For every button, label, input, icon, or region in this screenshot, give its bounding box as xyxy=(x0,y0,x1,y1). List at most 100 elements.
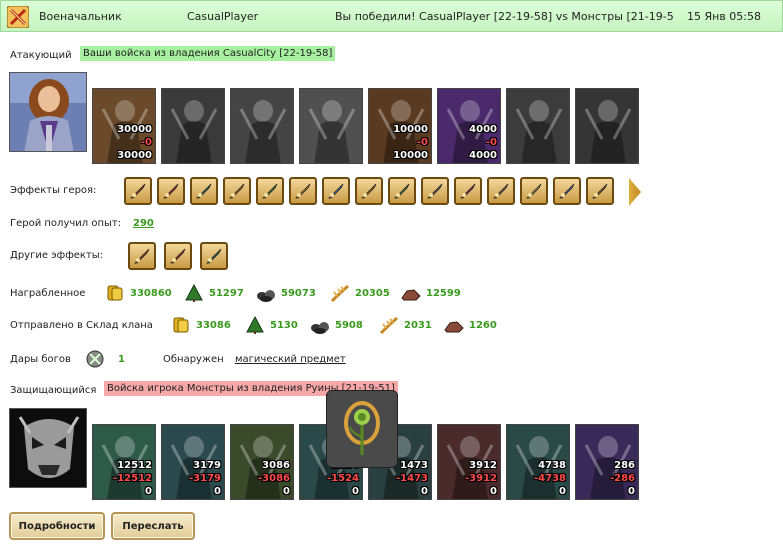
axe-icon[interactable] xyxy=(454,177,482,205)
item-tooltip xyxy=(326,390,398,468)
paw-icon[interactable] xyxy=(586,177,614,205)
unit-remaining: 0 xyxy=(421,486,428,497)
unit-loss: -1473 xyxy=(396,473,428,484)
clan-resource: 33086 xyxy=(170,316,231,334)
unit-loss: -286 xyxy=(609,473,635,484)
attacker-unit-card[interactable]: 30000 -0 30000 xyxy=(92,88,156,164)
hand-shield-icon[interactable] xyxy=(223,177,251,205)
loot-resource-value: 51297 xyxy=(209,287,244,299)
unit-count: 3179 xyxy=(193,460,221,471)
defender-unit-card[interactable]: 3912 -3912 0 xyxy=(437,424,501,500)
unit-count: 1473 xyxy=(400,460,428,471)
more-arrow-icon[interactable] xyxy=(629,178,641,206)
unit-loss: -0 xyxy=(416,137,428,148)
loot-resource-value: 330860 xyxy=(130,287,172,299)
hero-exp-label: Герой получил опыт: xyxy=(10,218,122,229)
unit-remaining: 10000 xyxy=(393,150,428,161)
unit-image xyxy=(162,89,224,163)
unit-count: 286 xyxy=(614,460,635,471)
wheat-icon xyxy=(379,316,398,334)
unit-remaining: 0 xyxy=(145,486,152,497)
gifts-value: 1 xyxy=(118,354,125,365)
wheat-icon xyxy=(330,284,349,302)
sword-icon[interactable] xyxy=(256,177,284,205)
rose-artifact-icon xyxy=(344,401,380,455)
unit-loss: -1524 xyxy=(327,473,359,484)
defender-unit-card[interactable]: 286 -286 0 xyxy=(575,424,639,500)
header-player: CasualPlayer xyxy=(187,10,259,23)
hero-effects-label: Эффекты героя: xyxy=(10,185,97,196)
magic-item-link[interactable]: магический предмет xyxy=(235,354,346,365)
stone-icon xyxy=(444,321,464,333)
defender-portrait[interactable] xyxy=(9,408,87,488)
unit-loss: -4738 xyxy=(534,473,566,484)
attacker-unit-card[interactable] xyxy=(161,88,225,164)
defender-unit-card[interactable]: 4738 -4738 0 xyxy=(506,424,570,500)
attacker-hero-portrait[interactable] xyxy=(9,72,87,152)
unit-loss: -0 xyxy=(485,137,497,148)
attacker-unit-card[interactable]: 10000 -0 10000 xyxy=(368,88,432,164)
gift-orb-icon xyxy=(86,350,104,368)
attacker-unit-card[interactable]: 4000 -0 4000 xyxy=(437,88,501,164)
wand-icon[interactable] xyxy=(553,177,581,205)
clan-resource-value: 1260 xyxy=(469,319,497,331)
boot-icon[interactable] xyxy=(388,177,416,205)
unit-remaining: 0 xyxy=(214,486,221,497)
loot-resource-value: 59073 xyxy=(281,287,316,299)
drum-icon[interactable] xyxy=(124,177,152,205)
defender-unit-card[interactable]: 3179 -3179 0 xyxy=(161,424,225,500)
header-role: Военачальник xyxy=(39,10,122,23)
unit-image xyxy=(507,89,569,163)
hero-exp-value[interactable]: 290 xyxy=(133,218,154,229)
unit-count: 12512 xyxy=(117,460,152,471)
unit-loss: -3179 xyxy=(189,473,221,484)
unit-count: 4738 xyxy=(538,460,566,471)
gears-icon[interactable] xyxy=(355,177,383,205)
unit-remaining: 0 xyxy=(283,486,290,497)
crystal-icon[interactable] xyxy=(322,177,350,205)
clan-resource-value: 5908 xyxy=(335,319,363,331)
handshake-icon[interactable] xyxy=(289,177,317,205)
shield-icon[interactable] xyxy=(190,177,218,205)
defender-unit-card[interactable]: 12512 -12512 0 xyxy=(92,424,156,500)
loot-resource: 330860 xyxy=(104,284,172,302)
monster-mask-image xyxy=(10,409,86,487)
unit-remaining: 0 xyxy=(628,486,635,497)
sword-red-icon[interactable] xyxy=(128,242,156,270)
clan-resource-value: 33086 xyxy=(196,319,231,331)
quill-icon[interactable] xyxy=(520,177,548,205)
attacker-tag: Ваши войска из владения CasualCity [22-1… xyxy=(80,46,336,61)
forward-button[interactable]: Переслать xyxy=(111,512,195,540)
wood-icon xyxy=(246,316,264,334)
defender-unit-card[interactable]: 3086 -3086 0 xyxy=(230,424,294,500)
clan-resource: 1260 xyxy=(443,316,497,334)
unit-image xyxy=(576,89,638,163)
clan-resource-value: 2031 xyxy=(404,319,432,331)
other-effects-label: Другие эффекты: xyxy=(10,250,104,261)
unit-count: 3086 xyxy=(262,460,290,471)
battle-header[interactable]: Военачальник CasualPlayer Вы победили! C… xyxy=(0,0,783,32)
clan-resource: 2031 xyxy=(378,316,432,334)
web-icon[interactable] xyxy=(421,177,449,205)
attacker-unit-card[interactable] xyxy=(299,88,363,164)
header-date: 15 Янв 05:58 xyxy=(687,10,762,23)
crossed-swords-icon xyxy=(7,6,29,28)
loot-resource: 51297 xyxy=(183,284,244,302)
unit-image xyxy=(300,89,362,163)
loot-resource-value: 12599 xyxy=(426,287,461,299)
unit-count: 30000 xyxy=(117,124,152,135)
ore-icon xyxy=(311,322,329,334)
header-result: Вы победили! CasualPlayer [22-19-58] vs … xyxy=(335,10,675,23)
attacker-unit-card[interactable] xyxy=(575,88,639,164)
sword-blue-icon[interactable] xyxy=(164,242,192,270)
scroll-icon[interactable] xyxy=(487,177,515,205)
attacker-unit-card[interactable] xyxy=(506,88,570,164)
dice-icon[interactable] xyxy=(157,177,185,205)
unit-image xyxy=(231,89,293,163)
attacker-unit-card[interactable] xyxy=(230,88,294,164)
gold-icon xyxy=(107,285,123,301)
unit-remaining: 4000 xyxy=(469,150,497,161)
details-button[interactable]: Подробности xyxy=(9,512,105,540)
sword-gold-icon[interactable] xyxy=(200,242,228,270)
loot-resource: 12599 xyxy=(400,284,461,302)
